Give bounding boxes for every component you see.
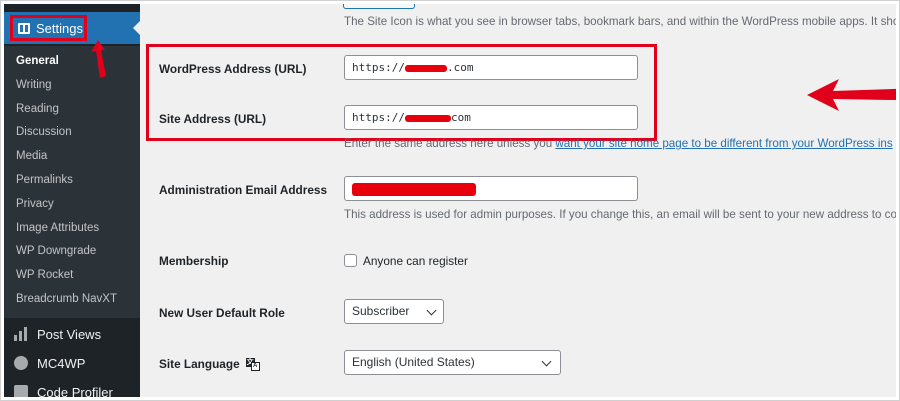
menu-settings-label: Settings [36, 20, 83, 36]
membership-label: Membership [159, 254, 229, 268]
submenu-privacy[interactable]: Privacy [4, 193, 140, 217]
submenu-breadcrumb-navxt[interactable]: Breadcrumb NavXT [4, 288, 140, 312]
site-icon-description: The Site Icon is what you see in browser… [344, 15, 896, 28]
submenu-image-attributes[interactable]: Image Attributes [4, 217, 140, 241]
submenu-media[interactable]: Media [4, 145, 140, 169]
menu-post-views-label: Post Views [37, 326, 102, 342]
settings-submenu: General Writing Reading Discussion Media… [4, 46, 140, 318]
admin-email-input[interactable] [344, 176, 638, 201]
default-role-select[interactable]: Subscriber [344, 299, 444, 324]
submenu-writing[interactable]: Writing [4, 74, 140, 98]
default-role-value: Subscriber [352, 304, 410, 318]
chevron-down-icon [426, 305, 437, 316]
menu-post-views[interactable]: Post Views [4, 320, 140, 348]
submenu-general[interactable]: General [4, 50, 140, 74]
site-language-select[interactable]: English (United States) [344, 350, 561, 375]
submenu-discussion[interactable]: Discussion [4, 121, 140, 145]
bar-chart-icon [14, 327, 28, 341]
menu-mc4wp-label: MC4WP [37, 355, 86, 371]
current-menu-pointer [133, 20, 140, 36]
admin-email-description: This address is used for admin purposes.… [344, 208, 896, 221]
admin-sidebar: Settings General Writing Reading Discuss… [4, 4, 140, 397]
site-home-different-link[interactable]: want your site home page to be different… [555, 137, 892, 150]
red-pointer-arrow-icon [91, 40, 106, 78]
url-highlight-box [146, 44, 657, 141]
settings-content: The Site Icon is what you see in browser… [140, 4, 896, 397]
site-language-label-text: Site Language [159, 357, 240, 371]
submenu-wp-downgrade[interactable]: WP Downgrade [4, 240, 140, 264]
site-address-desc-text: Enter the same address here unless you [344, 137, 556, 150]
menu-mc4wp[interactable]: MC4WP [4, 349, 140, 377]
mc4wp-icon [14, 356, 28, 370]
site-address-description: Enter the same address here unless you w… [344, 137, 893, 150]
red-annotation-arrow-icon [807, 79, 896, 111]
menu-code-profiler[interactable]: Code Profiler [4, 378, 140, 397]
admin-email-label: Administration Email Address [159, 183, 328, 197]
menu-code-profiler-label: Code Profiler [37, 384, 113, 398]
submenu-wp-rocket[interactable]: WP Rocket [4, 264, 140, 288]
anyone-can-register-checkbox[interactable] [344, 254, 357, 267]
submenu-reading[interactable]: Reading [4, 98, 140, 122]
translate-icon: 文A [245, 358, 260, 372]
redaction-mark [352, 182, 476, 196]
gauge-icon [14, 385, 28, 397]
default-role-label: New User Default Role [159, 306, 285, 320]
settings-highlight-box: Settings [10, 15, 87, 41]
settings-icon [18, 22, 30, 34]
site-language-value: English (United States) [352, 355, 475, 369]
menu-settings[interactable]: Settings [4, 12, 140, 44]
site-language-label: Site Language 文A [159, 357, 260, 372]
submenu-permalinks[interactable]: Permalinks [4, 169, 140, 193]
site-icon-button[interactable] [343, 4, 415, 9]
chevron-down-icon [541, 356, 552, 367]
anyone-can-register-label[interactable]: Anyone can register [363, 254, 468, 268]
